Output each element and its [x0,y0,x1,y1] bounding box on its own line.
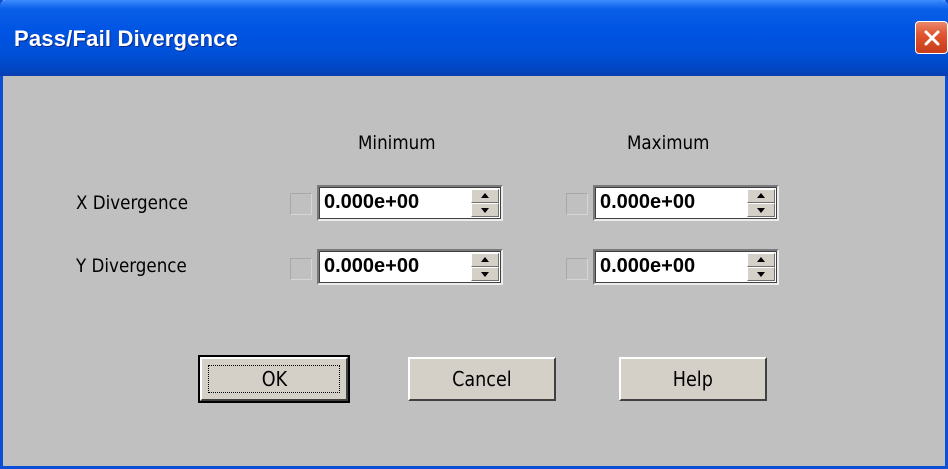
y-min-spin-buttons[interactable] [471,253,499,281]
dialog-window: Pass/Fail Divergence Minimum Maximum X D… [0,0,948,469]
y-min-spinbox[interactable]: 0.000e+00 [317,249,503,285]
arrow-up-icon [757,257,765,262]
x-max-spinbox[interactable]: 0.000e+00 [593,185,779,221]
cancel-button[interactable]: Cancel [408,357,556,401]
y-max-spin-buttons[interactable] [747,253,775,281]
y-max-checkbox[interactable] [566,258,588,280]
y-max-down-button[interactable] [747,267,775,281]
y-divergence-label: Y Divergence [76,255,187,277]
arrow-down-icon [481,208,489,213]
x-divergence-label: X Divergence [76,192,189,214]
arrow-up-icon [481,257,489,262]
ok-button[interactable]: OK [198,355,350,403]
window-title: Pass/Fail Divergence [14,26,239,51]
y-max-spinbox[interactable]: 0.000e+00 [593,249,779,285]
y-min-down-button[interactable] [471,267,499,281]
arrow-down-icon [757,272,765,277]
x-max-down-button[interactable] [747,203,775,217]
help-button-label: Help [672,367,714,391]
x-min-spinbox[interactable]: 0.000e+00 [317,185,503,221]
x-max-value[interactable]: 0.000e+00 [600,191,695,214]
x-max-up-button[interactable] [747,189,775,203]
title-bar[interactable]: Pass/Fail Divergence [0,0,948,76]
dialog-body: Minimum Maximum X Divergence 0.000e+00 0… [3,76,945,466]
cancel-button-label: Cancel [452,367,512,391]
ok-button-label: OK [261,367,287,391]
maximum-header: Maximum [627,132,710,154]
close-icon [924,30,939,45]
help-button[interactable]: Help [619,357,767,401]
x-min-value[interactable]: 0.000e+00 [324,191,419,214]
y-min-up-button[interactable] [471,253,499,267]
close-button[interactable] [915,21,948,54]
x-min-up-button[interactable] [471,189,499,203]
arrow-down-icon [481,272,489,277]
x-min-spin-buttons[interactable] [471,189,499,217]
x-min-checkbox[interactable] [290,193,312,215]
y-min-checkbox[interactable] [290,258,312,280]
x-max-spin-buttons[interactable] [747,189,775,217]
y-max-value[interactable]: 0.000e+00 [600,255,695,278]
y-min-value[interactable]: 0.000e+00 [324,255,419,278]
x-max-checkbox[interactable] [566,193,588,215]
arrow-down-icon [757,208,765,213]
y-max-up-button[interactable] [747,253,775,267]
arrow-up-icon [757,193,765,198]
x-min-down-button[interactable] [471,203,499,217]
arrow-up-icon [481,193,489,198]
minimum-header: Minimum [358,132,436,154]
